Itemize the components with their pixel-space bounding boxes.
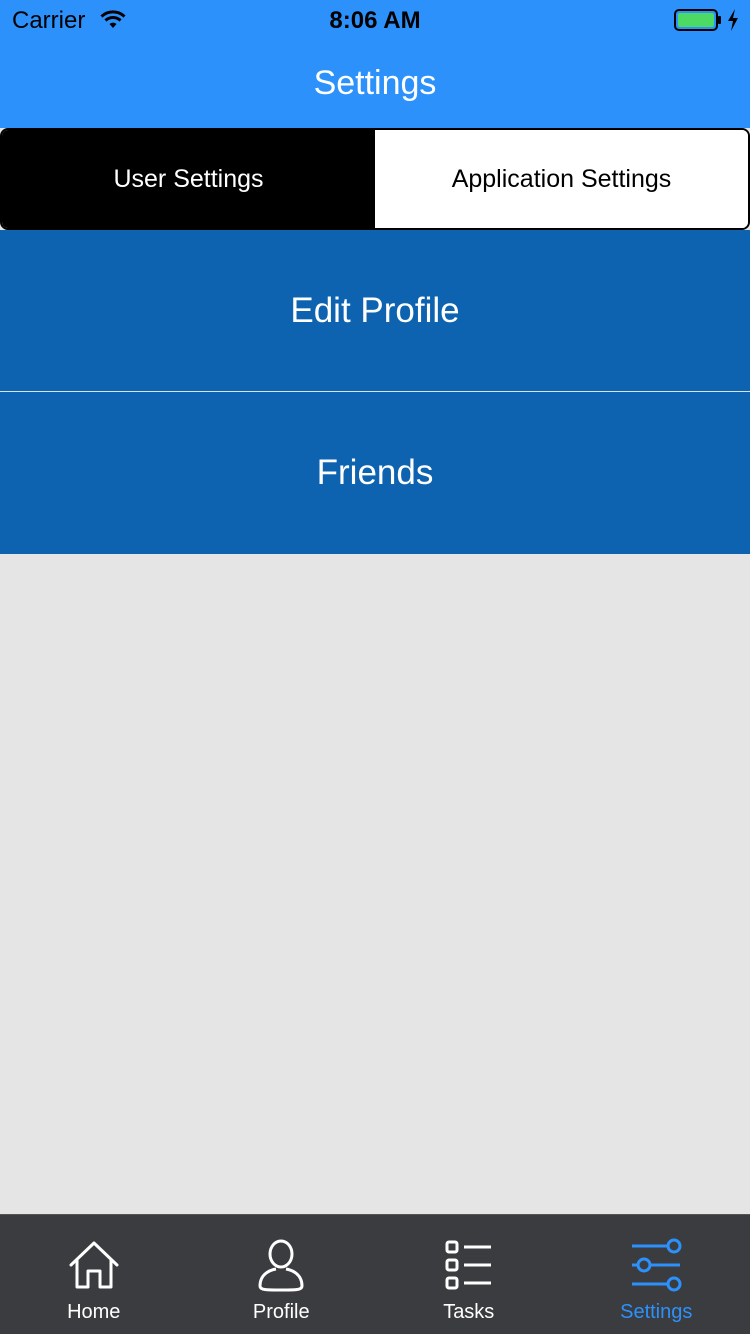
tab-profile[interactable]: Profile	[188, 1215, 376, 1334]
segment-application-settings[interactable]: Application Settings	[375, 130, 748, 228]
tab-tasks[interactable]: Tasks	[375, 1215, 563, 1334]
status-time: 8:06 AM	[329, 7, 421, 34]
settings-segmented-control: User Settings Application Settings	[0, 128, 750, 230]
home-icon	[67, 1237, 121, 1293]
tab-tasks-label: Tasks	[443, 1301, 495, 1323]
sliders-icon	[630, 1237, 682, 1293]
tab-home-label: Home	[67, 1301, 121, 1323]
charging-icon	[726, 8, 740, 39]
navigation-bar: Carrier 8:06 AM Settings	[0, 0, 750, 128]
tasks-icon	[444, 1237, 494, 1293]
tab-bar: Home Profile Tasks Settings	[0, 1214, 750, 1334]
battery-icon	[674, 9, 722, 38]
page-title: Settings	[313, 64, 437, 102]
edit-profile-button[interactable]: Edit Profile	[0, 230, 750, 391]
friends-button[interactable]: Friends	[0, 392, 750, 554]
status-bar: Carrier 8:06 AM	[0, 0, 750, 40]
edit-profile-label: Edit Profile	[290, 290, 460, 330]
tab-profile-label: Profile	[252, 1301, 310, 1323]
friends-label: Friends	[316, 453, 434, 492]
profile-icon	[256, 1237, 306, 1293]
tab-home[interactable]: Home	[0, 1215, 188, 1334]
segment-user-settings[interactable]: User Settings	[2, 130, 375, 228]
tab-settings[interactable]: Settings	[563, 1215, 750, 1334]
tab-settings-label: Settings	[620, 1301, 693, 1323]
